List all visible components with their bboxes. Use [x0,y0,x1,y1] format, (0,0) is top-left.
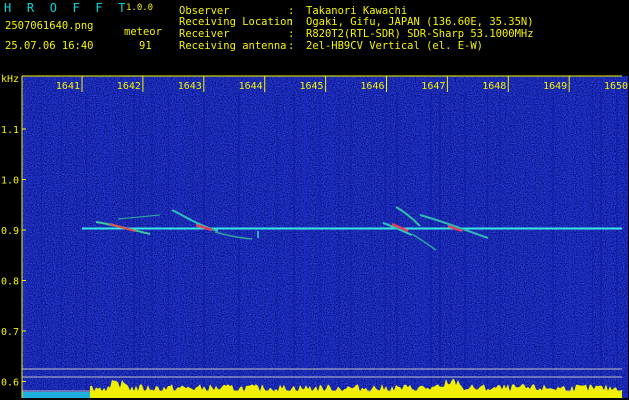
x-axis-tick-label: 1645 [300,81,324,92]
noise-stripe [625,92,626,392]
noise-stripe [350,92,352,392]
noise-stripe [133,92,135,392]
noise-stripe [450,92,451,392]
noise-stripe [257,92,259,392]
noise-stripe [499,92,501,392]
noise-stripe [430,92,432,392]
noise-stripe [384,92,386,392]
noise-stripe [396,92,398,392]
noise-stripe [270,92,271,392]
noise-stripe [151,92,153,392]
noise-stripe [139,92,140,392]
noise-stripe [592,92,593,392]
noise-stripe [545,92,547,392]
noise-stripe [238,92,240,392]
noise-stripe [293,92,295,392]
noise-stripe [225,92,226,392]
noise-stripe [215,92,217,392]
x-axis-tick-label: 1643 [178,81,202,92]
noise-stripe [121,92,122,392]
noise-stripe [55,92,56,392]
noise-stripe [61,92,62,392]
noise-stripe [276,92,278,392]
app-version: 1.0.0 [126,3,154,13]
x-axis-tick-label: 1642 [117,81,141,92]
noise-stripe [402,92,403,392]
y-axis-tick-label: 0.7 [1,327,19,338]
noise-stripe [168,92,169,392]
info-value-location: Ogaki, Gifu, JAPAN (136.60E, 35.35N) [306,16,534,28]
noise-stripe [464,92,466,392]
noise-stripe [203,92,205,392]
noise-stripe [578,92,579,392]
noise-stripe [439,92,441,392]
info-value-receiver: R820T2(RTL-SDR) SDR-Sharp 53.1000MHz [306,28,534,40]
noise-stripe [584,92,586,392]
noise-stripe [157,92,159,392]
x-axis-tick-label: 1648 [482,81,506,92]
x-axis-tick-label: 1644 [239,81,263,92]
app-logo: H R O F F T [4,1,130,15]
noise-stripe [285,92,287,392]
noise-stripe [600,92,602,392]
noise-stripe [244,92,246,392]
y-axis-unit: kHz [1,74,19,85]
y-axis-tick-label: 1.0 [1,176,19,187]
hrofft-window: 1641 1642 1643 1644 1645 1646 1647 1648 1649 1650… [0,0,629,400]
noise-stripe [616,92,618,392]
x-axis-tick-label: 1646 [360,81,384,92]
noise-stripe [178,92,180,392]
noise-stripe [608,92,610,392]
noise-stripe [507,92,509,392]
x-axis-tick-label: 1641 [56,81,80,92]
file-name: 2507061640.png [5,20,94,32]
info-separator: : [288,16,295,28]
meteor-label: meteor [124,26,162,38]
noise-stripe [569,92,571,392]
noise-stripe [472,92,474,392]
x-axis-tick-label: 1647 [421,81,445,92]
noise-stripe [552,92,554,392]
y-axis-tick-label: 0.9 [1,226,19,237]
noise-stripe [76,92,77,392]
y-axis-tick-label: 0.6 [1,378,19,389]
info-key-receiver: Receiver [179,28,230,40]
noise-stripe [390,92,391,392]
noise-stripe [24,92,26,392]
info-value-antenna: 2el-HB9CV Vertical (el. E-W) [306,40,484,52]
noise-stripe [371,92,372,392]
noise-stripe [530,92,532,392]
y-axis-tick-label: 1.1 [1,125,19,136]
noise-stripe [86,92,87,392]
noise-stripe [416,92,417,392]
timestamp: 25.07.06 16:40 [5,40,94,52]
x-axis-tick-label: 1650 [604,81,628,92]
noise-stripe [192,92,193,392]
info-key-location: Receiving Location [179,16,293,28]
noise-stripe [331,92,333,392]
noise-stripe [110,92,112,392]
noise-stripe [325,92,326,392]
noise-stripe [304,92,306,392]
power-trace-baseline [22,392,90,398]
noise-stripe [319,92,321,392]
noise-stripe [563,92,564,392]
x-axis-tick-label: 1649 [543,81,567,92]
noise-stripe [338,92,340,392]
noise-stripe [521,92,522,392]
y-axis-tick-label: 0.8 [1,277,19,288]
info-key-antenna: Receiving antenna [179,40,287,52]
noise-stripe [100,92,101,392]
meteor-count: 91 [139,40,152,52]
noise-stripe [35,92,36,392]
info-separator: : [288,40,295,52]
spectrogram-panel: 1641 1642 1643 1644 1645 1646 1647 1648 1649 1650… [1,74,628,398]
info-separator: : [288,28,295,40]
noise-stripe [359,92,360,392]
noise-stripe [41,92,42,392]
noise-stripe [487,92,488,392]
